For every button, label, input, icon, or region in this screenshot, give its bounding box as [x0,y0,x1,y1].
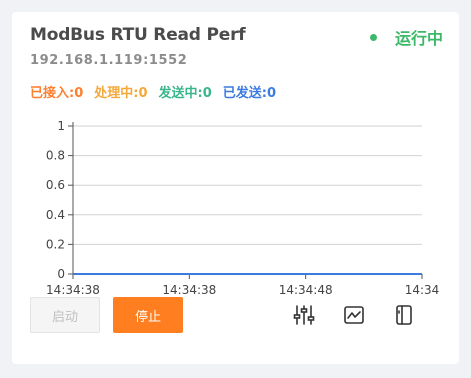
panel-icon [396,305,412,325]
x-tick-label: 14:34:38 [162,283,216,297]
start-button[interactable]: 启动 [30,297,100,333]
chart-view-button[interactable] [342,303,366,327]
throughput-chart: 0 0.2 0.4 0.6 0.8 1 14:34:38 14:34:38 14:34:48 14… [46,119,440,297]
y-tick-label: 0.2 [46,237,65,251]
x-tick-label: 14:34 [405,283,440,297]
x-tick-label: 14:34:38 [46,283,100,297]
chart-icon [344,306,364,324]
settings-button[interactable] [292,303,316,327]
y-tick-label: 0.8 [46,149,65,163]
y-tick-label: 1 [57,119,65,133]
y-tick-label: 0.6 [46,178,65,192]
sliders-icon [293,305,315,325]
y-tick-label: 0 [57,267,65,281]
y-tick-label: 0.4 [46,208,65,222]
panel-toggle-button[interactable] [392,303,416,327]
stop-button[interactable]: 停止 [113,297,183,333]
x-tick-label: 14:34:48 [279,283,333,297]
